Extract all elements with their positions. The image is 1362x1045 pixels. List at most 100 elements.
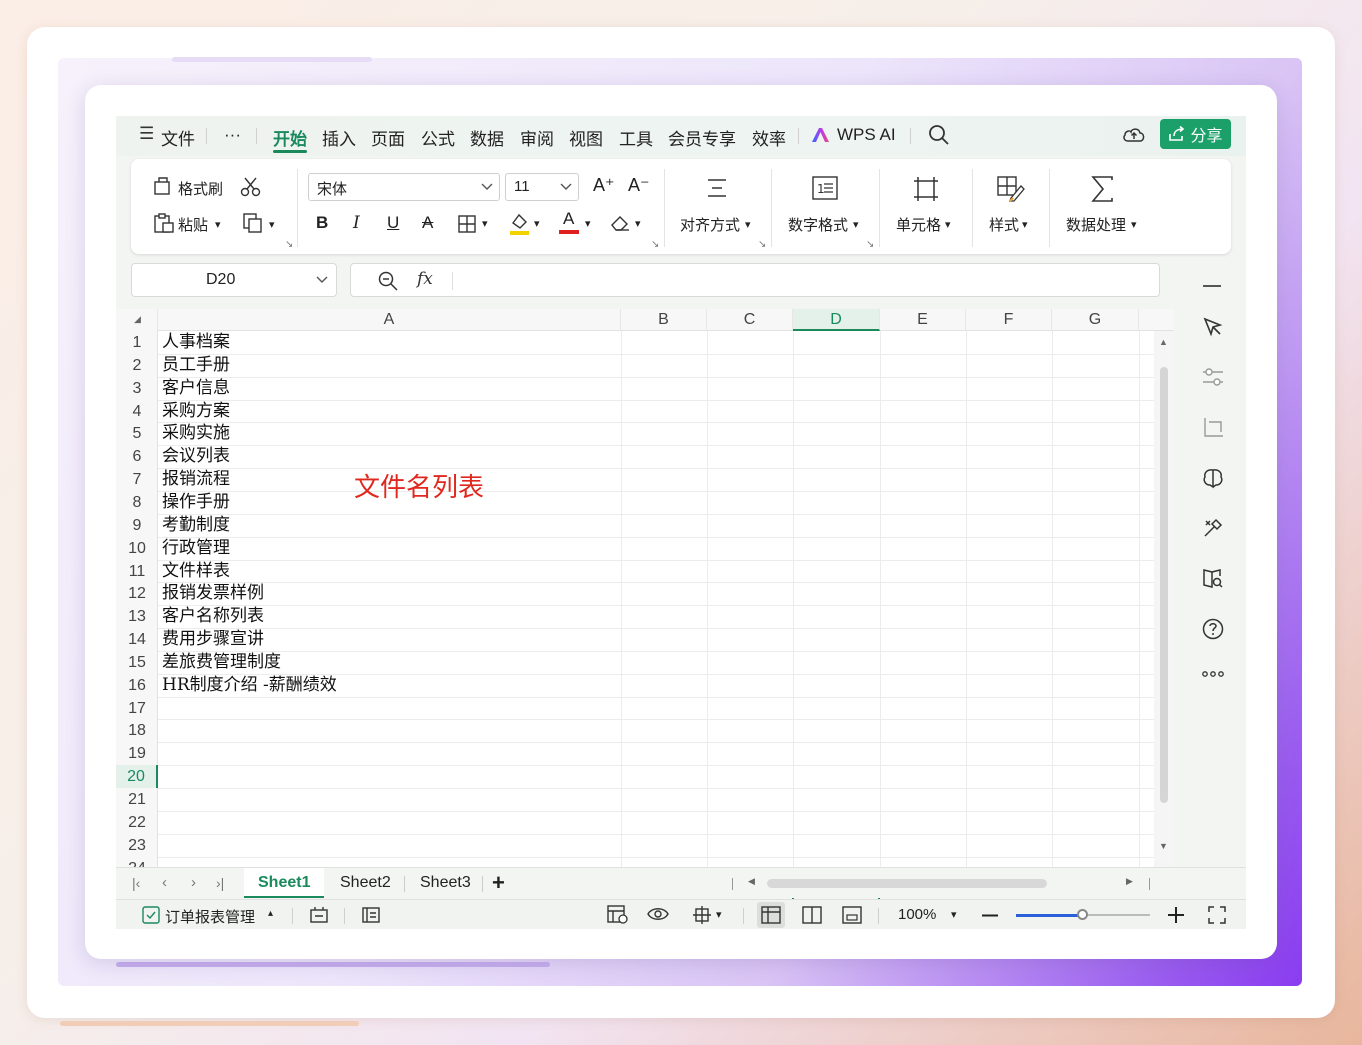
tab-tools[interactable]: 工具 bbox=[619, 125, 653, 150]
chevron-down-icon[interactable]: ▾ bbox=[945, 218, 951, 231]
formula-input[interactable] bbox=[461, 268, 1141, 292]
cell-a8[interactable]: 操作手册 bbox=[162, 491, 230, 514]
fullscreen-icon[interactable] bbox=[1208, 906, 1226, 924]
paste-button[interactable]: 粘贴 bbox=[178, 214, 208, 235]
dialog-launcher-icon[interactable]: ↘ bbox=[866, 239, 874, 250]
italic-button[interactable]: I bbox=[353, 213, 360, 233]
help-icon[interactable] bbox=[1202, 618, 1224, 640]
scroll-left-icon[interactable]: ◀ bbox=[748, 876, 755, 887]
chevron-down-icon[interactable]: ▾ bbox=[951, 908, 957, 921]
dialog-launcher-icon[interactable]: ↘ bbox=[651, 239, 659, 250]
book-search-icon[interactable] bbox=[1202, 567, 1224, 589]
chevron-up-icon[interactable]: ▴ bbox=[268, 908, 273, 919]
row-header-12[interactable]: 12 bbox=[116, 582, 158, 605]
cell-button[interactable]: 单元格 bbox=[896, 214, 941, 235]
sheet-tab-sheet3[interactable]: Sheet3 bbox=[420, 874, 471, 892]
row-header-7[interactable]: 7 bbox=[116, 468, 158, 491]
scroll-right-icon[interactable]: ▶ bbox=[1126, 876, 1133, 887]
tab-view[interactable]: 视图 bbox=[569, 125, 603, 150]
scroll-thumb[interactable] bbox=[1160, 367, 1168, 803]
wps-ai-button[interactable]: WPS AI bbox=[837, 125, 896, 145]
chevron-down-icon[interactable]: ▾ bbox=[745, 218, 751, 231]
cell-a7[interactable]: 报销流程 bbox=[162, 468, 230, 491]
cell-a11[interactable]: 文件样表 bbox=[162, 560, 230, 583]
cloud-upload-icon[interactable] bbox=[1122, 125, 1146, 145]
row-header-5[interactable]: 5 bbox=[116, 422, 158, 445]
grow-font-button[interactable]: A⁺ bbox=[593, 175, 615, 196]
row-header-20[interactable]: 20 bbox=[116, 765, 158, 789]
hamburger-icon[interactable]: ☰ bbox=[139, 124, 154, 144]
cell-a14[interactable]: 费用步骤宣讲 bbox=[162, 628, 264, 651]
zoom-in-icon[interactable] bbox=[1168, 907, 1184, 923]
macro-icon[interactable] bbox=[309, 906, 329, 924]
row-header-19[interactable]: 19 bbox=[116, 742, 158, 765]
bold-button[interactable]: B bbox=[316, 213, 328, 233]
row-header-13[interactable]: 13 bbox=[116, 605, 158, 628]
font-size-select[interactable]: 11 bbox=[505, 173, 579, 201]
scroll-down-icon[interactable]: ▼ bbox=[1159, 841, 1168, 851]
row-header-10[interactable]: 10 bbox=[116, 537, 158, 560]
style-button[interactable]: 样式 bbox=[989, 214, 1019, 235]
cell-a2[interactable]: 员工手册 bbox=[162, 354, 230, 377]
last-sheet-icon[interactable]: ›| bbox=[216, 875, 224, 891]
tab-data[interactable]: 数据 bbox=[470, 125, 504, 150]
name-box[interactable]: D20 bbox=[131, 263, 337, 297]
row-header-17[interactable]: 17 bbox=[116, 697, 158, 720]
column-header-g[interactable]: G bbox=[1052, 309, 1139, 331]
row-header-6[interactable]: 6 bbox=[116, 445, 158, 468]
tab-member[interactable]: 会员专享 bbox=[668, 125, 736, 150]
borders-icon[interactable] bbox=[458, 215, 476, 233]
chevron-down-icon[interactable]: ▾ bbox=[534, 217, 540, 230]
cell-a12[interactable]: 报销发票样例 bbox=[162, 582, 264, 605]
column-header-c[interactable]: C bbox=[707, 309, 793, 331]
cell-a10[interactable]: 行政管理 bbox=[162, 537, 230, 560]
chevron-down-icon[interactable]: ▾ bbox=[716, 908, 722, 921]
fx-button[interactable]: fx bbox=[417, 269, 433, 289]
cell-a16[interactable]: HR制度介绍 -薪酬绩效 bbox=[162, 674, 337, 697]
eraser-icon[interactable] bbox=[609, 213, 631, 233]
zoom-search-icon[interactable] bbox=[378, 271, 398, 291]
row-header-18[interactable]: 18 bbox=[116, 719, 158, 742]
cut-icon[interactable] bbox=[240, 177, 262, 197]
cell-a15[interactable]: 差旅费管理制度 bbox=[162, 651, 281, 674]
row-header-22[interactable]: 22 bbox=[116, 811, 158, 834]
row-header-15[interactable]: 15 bbox=[116, 651, 158, 674]
row-header-2[interactable]: 2 bbox=[116, 354, 158, 377]
document-label[interactable]: 订单报表管理 bbox=[165, 906, 255, 927]
horizontal-scroll-thumb[interactable] bbox=[767, 879, 1047, 888]
brain-icon[interactable] bbox=[1202, 467, 1224, 489]
tab-efficiency[interactable]: 效率 bbox=[752, 125, 786, 150]
fill-color-icon[interactable] bbox=[509, 212, 531, 236]
cell-a3[interactable]: 客户信息 bbox=[162, 377, 230, 400]
chevron-down-icon[interactable]: ▾ bbox=[215, 218, 221, 231]
row-header-3[interactable]: 3 bbox=[116, 377, 158, 400]
crop-icon[interactable] bbox=[1202, 417, 1224, 439]
freeze-icon[interactable] bbox=[692, 905, 712, 925]
number-format-button[interactable]: 数字格式 bbox=[788, 214, 848, 235]
outline-icon[interactable] bbox=[361, 906, 381, 924]
cell-a6[interactable]: 会议列表 bbox=[162, 445, 230, 468]
column-header-f[interactable]: F bbox=[966, 309, 1052, 331]
search-icon[interactable] bbox=[928, 124, 950, 146]
row-header-23[interactable]: 23 bbox=[116, 834, 158, 857]
row-header-16[interactable]: 16 bbox=[116, 674, 158, 697]
tab-insert[interactable]: 插入 bbox=[322, 125, 356, 150]
cell-a1[interactable]: 人事档案 bbox=[162, 331, 230, 354]
tools-icon[interactable] bbox=[1202, 517, 1224, 539]
cell-a4[interactable]: 采购方案 bbox=[162, 400, 230, 423]
eye-icon[interactable] bbox=[647, 906, 669, 922]
chevron-down-icon[interactable]: ▾ bbox=[585, 217, 591, 230]
next-sheet-icon[interactable]: › bbox=[191, 874, 196, 891]
normal-view-button[interactable] bbox=[757, 902, 785, 928]
prev-sheet-icon[interactable]: ‹ bbox=[162, 874, 167, 891]
row-header-1[interactable]: 1 bbox=[116, 331, 158, 354]
share-button[interactable]: 分享 bbox=[1160, 119, 1231, 149]
zoom-level[interactable]: 100% bbox=[898, 906, 936, 923]
zoom-out-icon[interactable] bbox=[982, 914, 998, 917]
tab-page[interactable]: 页面 bbox=[371, 125, 405, 150]
row-header-9[interactable]: 9 bbox=[116, 514, 158, 537]
scroll-up-icon[interactable]: ▲ bbox=[1159, 337, 1168, 347]
row-header-8[interactable]: 8 bbox=[116, 491, 158, 514]
data-processing-button[interactable]: 数据处理 bbox=[1066, 214, 1126, 235]
underline-button[interactable]: U bbox=[387, 213, 399, 233]
